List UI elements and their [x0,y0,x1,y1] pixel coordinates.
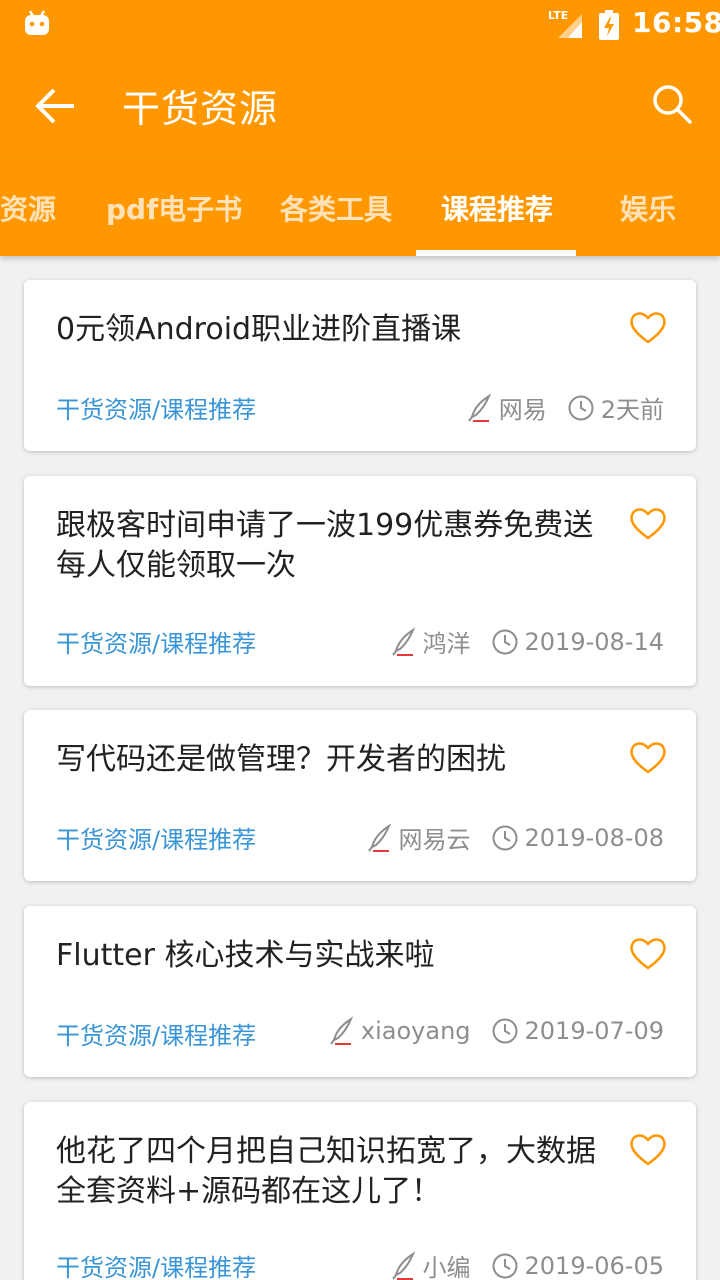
clock-icon [492,825,518,850]
tab-entertainment[interactable]: 娱乐 [620,188,676,228]
svg-text:LTE: LTE [548,9,568,22]
lte-signal-icon: LTE [548,9,582,38]
author-pen-icon [330,1016,354,1045]
article-category[interactable]: 干货资源/课程推荐 [56,1248,256,1280]
article-author: 小编 [422,1254,471,1280]
author-pen-icon [467,392,491,422]
article-category[interactable]: 干货资源/课程推荐 [56,1016,256,1051]
back-button[interactable] [28,78,84,134]
article-author: 网易 [498,396,547,424]
article-card[interactable]: 0元领Android职业进阶直播课 干货资源/课程推荐 网易 2天前 [24,280,696,451]
tab-resources[interactable]: 资源 [0,188,56,228]
app-bar: 干货资源 [0,48,720,160]
article-card[interactable]: 跟极客时间申请了一波199优惠券免费送 每人仅能领取一次 干货资源/课程推荐 鸿… [24,476,696,686]
article-category[interactable]: 干货资源/课程推荐 [56,390,256,425]
favorite-heart-icon[interactable] [628,738,668,778]
author-pen-icon [391,1250,415,1280]
article-author: 网易云 [398,826,471,854]
favorite-heart-icon[interactable] [628,934,668,974]
tab-bar: 资源 pdf电子书 各类工具 课程推荐 娱乐 [0,160,720,256]
article-author: xiaoyang [360,1017,471,1045]
article-meta: 鸿洋 2019-08-14 [391,624,664,659]
status-time: 16:58 [632,6,720,39]
article-meta: 网易 2天前 [467,390,664,425]
favorite-heart-icon[interactable] [628,1130,668,1170]
search-button[interactable] [648,80,696,128]
article-category[interactable]: 干货资源/课程推荐 [56,820,256,855]
article-date: 2019-08-08 [524,823,664,852]
article-title[interactable]: 跟极客时间申请了一波199优惠券免费送 每人仅能领取一次 [56,506,606,586]
article-date: 2019-08-14 [524,627,664,656]
battery-charging-icon [599,10,619,40]
article-meta: 网易云 2019-08-08 [367,820,664,855]
article-date: 2019-06-05 [524,1251,664,1280]
clock-icon [492,1253,518,1278]
article-card[interactable]: Flutter 核心技术与实战来啦 干货资源/课程推荐 xiaoyang 201… [24,906,696,1077]
tab-tools[interactable]: 各类工具 [280,188,392,228]
article-meta: 小编 2019-06-05 [391,1248,664,1280]
favorite-heart-icon[interactable] [628,308,668,348]
article-card[interactable]: 写代码还是做管理？开发者的困扰 干货资源/课程推荐 网易云 2019-08-08 [24,710,696,881]
author-pen-icon [391,626,415,656]
tab-course-recommend[interactable]: 课程推荐 [441,188,553,228]
article-category[interactable]: 干货资源/课程推荐 [56,624,256,659]
clock-icon [492,1018,518,1044]
android-notification-icon [25,10,49,35]
article-title[interactable]: 写代码还是做管理？开发者的困扰 [56,740,606,780]
arrow-back-icon [35,88,74,124]
article-meta: xiaoyang 2019-07-09 [329,1016,664,1046]
article-date: 2019-07-09 [524,1017,664,1045]
author-pen-icon [367,822,391,852]
article-author: 鸿洋 [422,630,471,658]
clock-icon [492,629,518,654]
article-title[interactable]: 他花了四个月把自己知识拓宽了，大数据全套资料+源码都在这儿了！ [56,1132,606,1212]
article-title[interactable]: 0元领Android职业进阶直播课 [56,310,606,350]
article-date: 2天前 [600,396,664,424]
article-title[interactable]: Flutter 核心技术与实战来啦 [56,936,606,976]
article-card[interactable]: 他花了四个月把自己知识拓宽了，大数据全套资料+源码都在这儿了！ 干货资源/课程推… [24,1102,696,1280]
favorite-heart-icon[interactable] [628,504,668,544]
tab-active-indicator [416,250,576,256]
page-title: 干货资源 [122,87,279,131]
clock-icon [568,395,594,420]
status-bar: LTE 16:58 [0,0,720,48]
tab-pdf-ebooks[interactable]: pdf电子书 [106,188,242,228]
search-icon [653,85,692,124]
